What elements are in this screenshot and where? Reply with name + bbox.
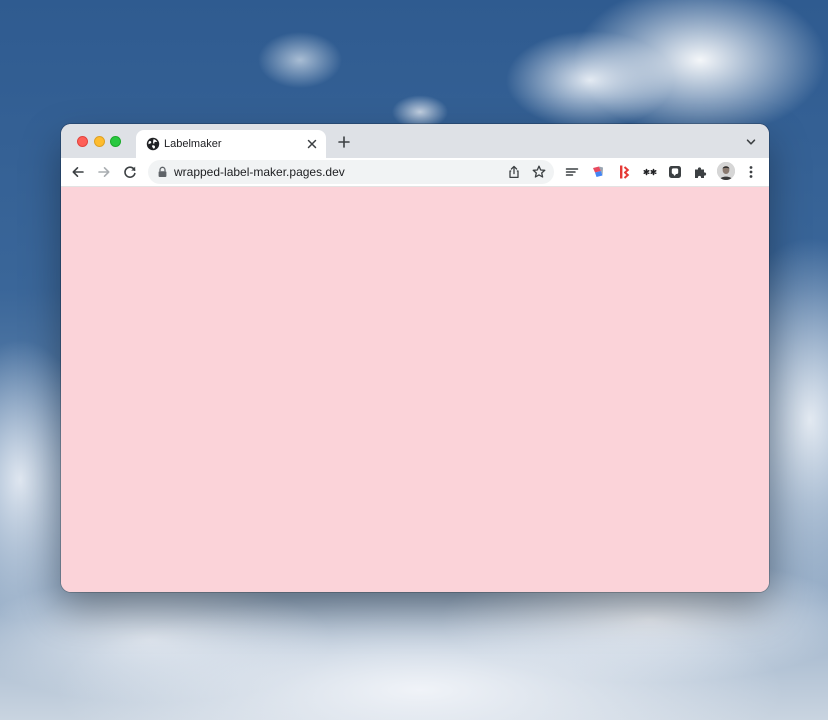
close-tab-icon[interactable] xyxy=(304,136,320,152)
asterisk-extension-icon[interactable] xyxy=(641,163,659,181)
reload-icon[interactable] xyxy=(121,163,139,181)
tab-title: Labelmaker xyxy=(164,138,222,150)
minimize-window-button[interactable] xyxy=(94,136,105,147)
maximize-window-button[interactable] xyxy=(110,136,121,147)
color-picker-extension-icon[interactable] xyxy=(589,163,607,181)
new-tab-icon[interactable] xyxy=(336,134,352,150)
bookmark-star-icon[interactable] xyxy=(531,164,547,180)
tab-labelmaker[interactable]: Labelmaker xyxy=(136,130,326,158)
profile-avatar[interactable] xyxy=(717,162,735,180)
square-extension-icon[interactable] xyxy=(666,163,684,181)
page-content xyxy=(61,187,769,592)
more-vertical-icon[interactable] xyxy=(742,163,760,181)
tab-strip: Labelmaker xyxy=(61,124,769,158)
browser-toolbar: wrapped-label-maker.pages.dev xyxy=(61,158,769,187)
globe-icon xyxy=(146,137,160,151)
share-icon[interactable] xyxy=(506,164,522,180)
chevron-down-icon[interactable] xyxy=(745,136,757,148)
browser-window: Labelmaker wrapped-label-maker.pages.dev xyxy=(61,124,769,592)
forward-arrow-icon[interactable] xyxy=(95,163,113,181)
lock-icon[interactable] xyxy=(157,166,168,178)
text-lines-icon[interactable] xyxy=(563,163,581,181)
close-window-button[interactable] xyxy=(77,136,88,147)
puzzle-icon[interactable] xyxy=(691,163,709,181)
address-bar[interactable]: wrapped-label-maker.pages.dev xyxy=(148,160,554,184)
back-arrow-icon[interactable] xyxy=(69,163,87,181)
profile-avatar-image xyxy=(717,162,735,180)
url-text[interactable]: wrapped-label-maker.pages.dev xyxy=(174,165,345,179)
red-bracket-extension-icon[interactable] xyxy=(615,163,633,181)
